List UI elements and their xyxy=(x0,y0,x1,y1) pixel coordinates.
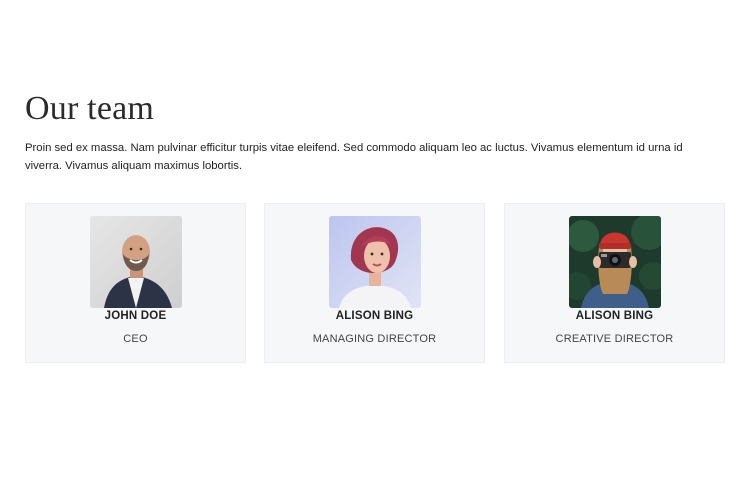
team-member-name: JOHN DOE xyxy=(104,310,167,322)
team-card: JOHN DOE CEO xyxy=(25,203,246,363)
team-cards: JOHN DOE CEO ALISON BING MANAGING DIRECT… xyxy=(25,203,725,364)
team-section: Our team Proin sed ex massa. Nam pulvina… xyxy=(25,88,725,363)
portrait-woman-camera-icon xyxy=(569,216,661,308)
team-member-photo xyxy=(90,216,182,308)
portrait-woman-red-hair-icon xyxy=(329,216,421,308)
team-member-photo xyxy=(329,216,421,308)
team-member-role: MANAGING DIRECTOR xyxy=(312,333,437,345)
team-card: ALISON BING CREATIVE DIRECTOR xyxy=(504,203,725,363)
team-member-role: CREATIVE DIRECTOR xyxy=(555,333,674,345)
team-member-name: ALISON BING xyxy=(575,310,654,322)
team-card: ALISON BING MANAGING DIRECTOR xyxy=(264,203,485,363)
portrait-man-suit-icon xyxy=(90,216,182,308)
section-title: Our team xyxy=(25,90,155,127)
section-intro: Proin sed ex massa. Nam pulvinar efficit… xyxy=(25,142,683,172)
team-member-role: CEO xyxy=(123,333,148,345)
team-member-name: ALISON BING xyxy=(335,310,414,322)
team-member-photo xyxy=(569,216,661,308)
